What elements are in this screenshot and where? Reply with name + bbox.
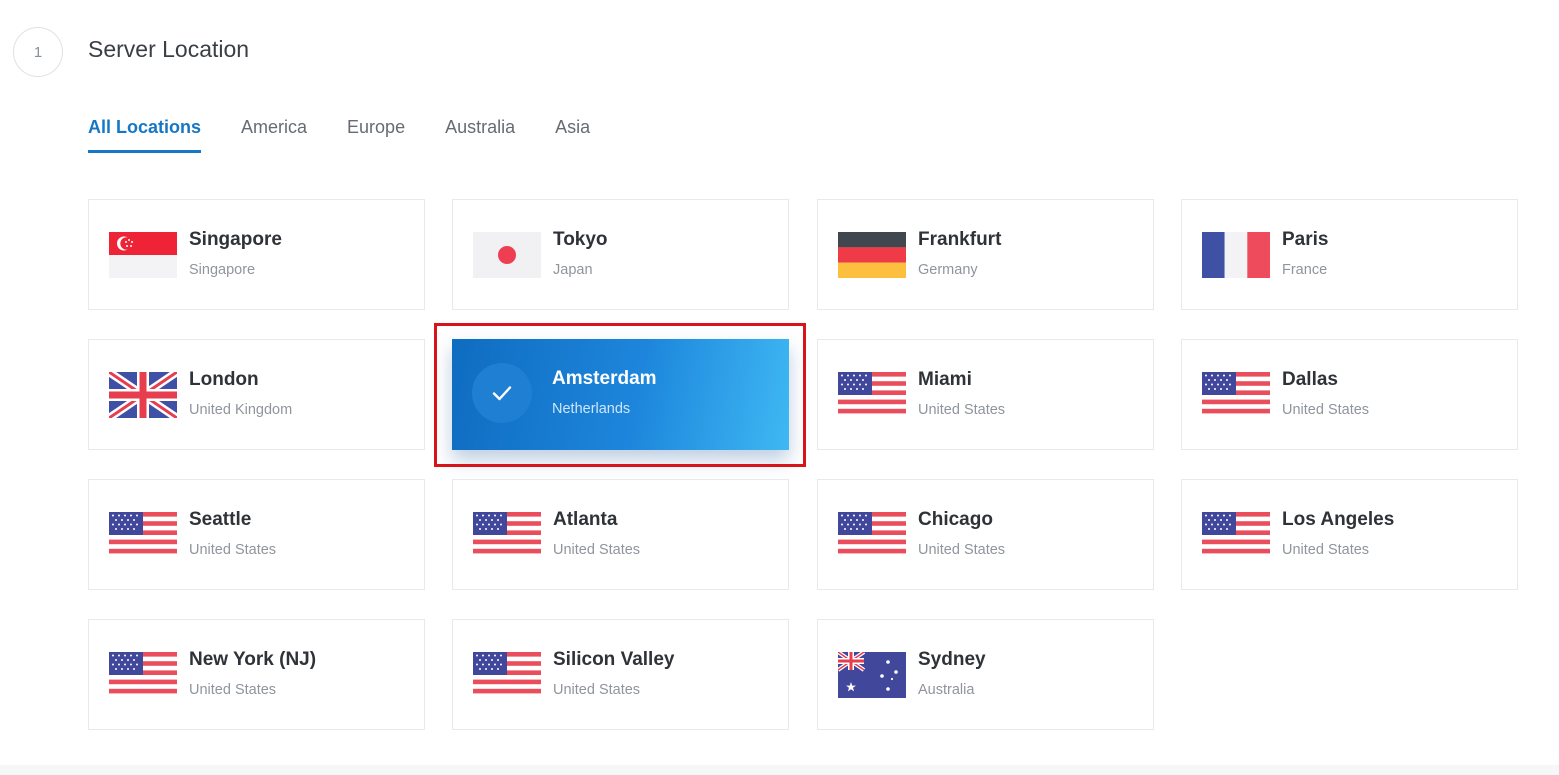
us-flag-icon bbox=[473, 512, 541, 558]
location-city: Paris bbox=[1282, 229, 1329, 250]
location-country: United States bbox=[918, 402, 1006, 418]
us-flag-icon bbox=[109, 652, 177, 698]
location-country: United States bbox=[553, 542, 641, 558]
location-country: Japan bbox=[553, 262, 593, 278]
us-flag-icon bbox=[1202, 372, 1270, 418]
location-country: Singapore bbox=[189, 262, 256, 278]
location-card-miami[interactable]: Miami United States bbox=[817, 339, 1154, 450]
location-city: Silicon Valley bbox=[553, 649, 675, 670]
section-title: Server Location bbox=[88, 36, 250, 62]
location-country: United States bbox=[918, 542, 1006, 558]
france-flag-icon bbox=[1202, 232, 1270, 278]
location-country: United States bbox=[189, 682, 277, 698]
us-flag-icon bbox=[838, 512, 906, 558]
japan-flag-icon bbox=[473, 232, 541, 278]
location-city: Tokyo bbox=[553, 229, 608, 250]
us-flag-icon bbox=[1202, 512, 1270, 558]
location-card-sydney[interactable]: Sydney Australia bbox=[817, 619, 1154, 730]
location-country: Germany bbox=[918, 262, 978, 278]
location-card-singapore[interactable]: Singapore Singapore bbox=[88, 199, 425, 310]
location-card-atlanta[interactable]: Atlanta United States bbox=[452, 479, 789, 590]
location-card-silicon-valley[interactable]: Silicon Valley United States bbox=[452, 619, 789, 730]
location-card-paris[interactable]: Paris France bbox=[1181, 199, 1518, 310]
us-flag-icon bbox=[109, 512, 177, 558]
tab-all-locations[interactable]: All Locations bbox=[88, 117, 202, 153]
location-card-amsterdam-selected[interactable]: Amsterdam Netherlands bbox=[452, 339, 789, 450]
tab-europe[interactable]: Europe bbox=[347, 117, 405, 153]
australia-flag-icon bbox=[838, 652, 906, 698]
germany-flag-icon bbox=[838, 232, 906, 278]
tab-america[interactable]: America bbox=[241, 117, 307, 153]
singapore-flag-icon bbox=[109, 232, 177, 278]
step-number-badge: 1 bbox=[13, 27, 63, 77]
location-country: Netherlands bbox=[552, 401, 631, 417]
us-flag-icon bbox=[473, 652, 541, 698]
location-city: Miami bbox=[918, 369, 972, 390]
check-icon bbox=[472, 363, 532, 423]
location-city: Frankfurt bbox=[918, 229, 1002, 250]
location-card-new-york[interactable]: New York (NJ) United States bbox=[88, 619, 425, 730]
location-card-london[interactable]: London United Kingdom bbox=[88, 339, 425, 450]
location-country: Australia bbox=[918, 682, 975, 698]
location-city: Sydney bbox=[918, 649, 986, 670]
tab-asia[interactable]: Asia bbox=[555, 117, 590, 153]
location-city: Dallas bbox=[1282, 369, 1338, 390]
location-card-frankfurt[interactable]: Frankfurt Germany bbox=[817, 199, 1154, 310]
location-card-dallas[interactable]: Dallas United States bbox=[1181, 339, 1518, 450]
location-country: United States bbox=[1282, 402, 1370, 418]
step-number: 1 bbox=[33, 43, 43, 61]
location-country: United States bbox=[553, 682, 641, 698]
location-country: United States bbox=[189, 542, 277, 558]
location-country: United States bbox=[1282, 542, 1370, 558]
location-city: Chicago bbox=[918, 509, 993, 530]
location-city: London bbox=[189, 369, 259, 390]
tab-australia[interactable]: Australia bbox=[445, 117, 515, 153]
uk-flag-icon bbox=[109, 372, 177, 418]
location-card-chicago[interactable]: Chicago United States bbox=[817, 479, 1154, 590]
location-city: Atlanta bbox=[553, 509, 618, 530]
location-country: United Kingdom bbox=[189, 402, 293, 418]
location-city: Singapore bbox=[189, 229, 282, 250]
location-city: Amsterdam bbox=[552, 368, 657, 389]
us-flag-icon bbox=[838, 372, 906, 418]
location-card-los-angeles[interactable]: Los Angeles United States bbox=[1181, 479, 1518, 590]
location-card-tokyo[interactable]: Tokyo Japan bbox=[452, 199, 789, 310]
location-city: Seattle bbox=[189, 509, 252, 530]
location-card-seattle[interactable]: Seattle United States bbox=[88, 479, 425, 590]
location-city: Los Angeles bbox=[1282, 509, 1395, 530]
location-tabs: All Locations America Europe Australia A… bbox=[88, 117, 630, 153]
footer-band bbox=[0, 765, 1559, 775]
location-country: France bbox=[1282, 262, 1328, 278]
location-city: New York (NJ) bbox=[189, 649, 317, 670]
